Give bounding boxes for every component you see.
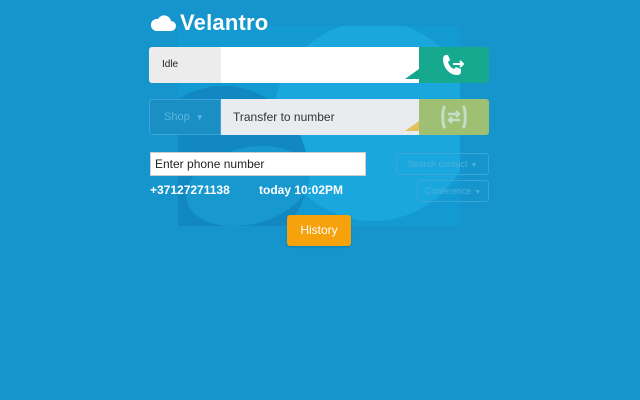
search-contact-label: Search contact	[407, 159, 468, 169]
app-title: Velantro	[180, 10, 269, 35]
call-number-input[interactable]	[221, 47, 419, 83]
chevron-down-icon: ▼	[195, 113, 204, 122]
last-call-time: today 10:02PM	[259, 183, 344, 197]
history-button[interactable]: History	[287, 215, 351, 246]
conference-button[interactable]: Conference ▼	[417, 180, 489, 202]
transfer-button[interactable]	[419, 99, 489, 135]
chevron-down-icon: ▼	[474, 189, 482, 196]
call-bar: Idle	[149, 47, 489, 83]
conference-label: Conference	[424, 186, 472, 196]
transfer-number-input[interactable]	[221, 99, 419, 135]
transfer-arrows-icon	[441, 104, 467, 130]
cloud-icon	[150, 15, 176, 31]
phone-arrow-icon	[443, 55, 465, 75]
call-button[interactable]	[419, 47, 489, 83]
shop-select[interactable]: Shop ▼	[149, 99, 221, 135]
shop-select-label: Shop	[164, 111, 190, 123]
chevron-down-icon: ▼	[470, 162, 478, 169]
corner-indicator	[405, 121, 419, 131]
last-call-number[interactable]: +37127271138	[150, 183, 230, 197]
search-contact-button[interactable]: Search contact ▼	[396, 153, 489, 175]
transfer-bar: Shop ▼	[149, 99, 489, 135]
logo: Velantro	[150, 10, 268, 36]
corner-indicator	[405, 69, 419, 79]
phone-number-input[interactable]	[150, 152, 366, 176]
call-status: Idle	[149, 47, 221, 83]
